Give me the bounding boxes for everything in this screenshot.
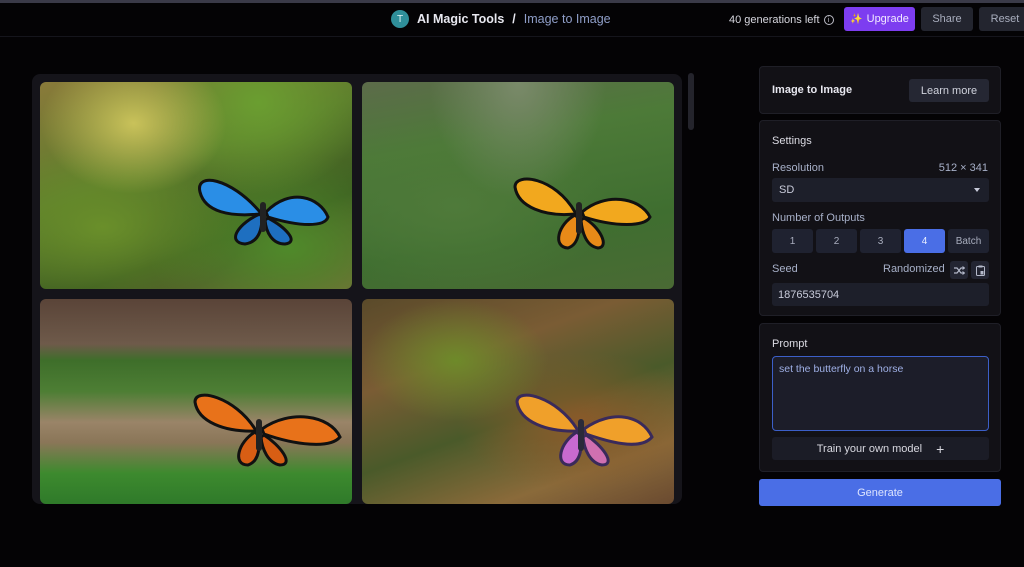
upgrade-label: Upgrade bbox=[866, 13, 909, 25]
prompt-input[interactable]: set the butterfly on a horse bbox=[772, 356, 989, 431]
copy-seed-button[interactable] bbox=[971, 261, 989, 279]
plus-icon: + bbox=[936, 440, 945, 457]
seed-mode: Randomized bbox=[883, 263, 945, 275]
clipboard-icon bbox=[975, 265, 985, 276]
resolution-value: 512 × 341 bbox=[938, 162, 988, 174]
outputs-option-4[interactable]: 4 bbox=[904, 229, 945, 253]
train-model-label: Train your own model bbox=[816, 442, 923, 455]
outputs-option-2[interactable]: 2 bbox=[816, 229, 857, 253]
user-avatar[interactable]: T bbox=[391, 10, 409, 28]
tool-info-panel: Image to Image Learn more bbox=[759, 66, 1001, 114]
breadcrumb-current: Image to Image bbox=[523, 12, 611, 26]
chevron-down-icon bbox=[974, 188, 980, 192]
share-button[interactable]: Share bbox=[921, 7, 973, 31]
brand-name[interactable]: AI Magic Tools bbox=[417, 12, 504, 26]
generations-counter: 40 generations left i bbox=[729, 14, 834, 26]
shuffle-seed-button[interactable] bbox=[950, 261, 968, 279]
outputs-option-3[interactable]: 3 bbox=[860, 229, 901, 253]
output-image-2[interactable] bbox=[362, 82, 674, 289]
train-model-button[interactable]: Train your own model + bbox=[772, 437, 989, 460]
outputs-option-1[interactable]: 1 bbox=[772, 229, 813, 253]
output-image-4[interactable] bbox=[362, 299, 674, 504]
output-image-3[interactable] bbox=[40, 299, 352, 504]
reset-button[interactable]: Reset bbox=[979, 7, 1024, 31]
prompt-title: Prompt bbox=[772, 338, 808, 350]
gallery-scrollbar[interactable] bbox=[688, 73, 694, 130]
brand: T AI Magic Tools / Image to Image bbox=[391, 10, 611, 28]
butterfly-monarch-graphic bbox=[193, 393, 342, 467]
resolution-label: Resolution bbox=[772, 162, 824, 174]
butterfly-monarch-graphic bbox=[513, 177, 652, 250]
info-icon[interactable]: i bbox=[823, 15, 834, 25]
generations-left-text: 40 generations left bbox=[729, 14, 820, 26]
settings-title: Settings bbox=[772, 135, 812, 147]
shuffle-icon bbox=[953, 265, 965, 275]
upgrade-button[interactable]: ✨ Upgrade bbox=[844, 7, 915, 31]
resolution-selected: SD bbox=[779, 184, 795, 196]
output-gallery bbox=[32, 74, 682, 504]
top-header: T AI Magic Tools / Image to Image 40 gen… bbox=[0, 3, 1024, 37]
butterfly-blue-graphic bbox=[198, 178, 330, 246]
seed-label: Seed bbox=[772, 263, 798, 275]
outputs-option-batch[interactable]: Batch bbox=[948, 229, 989, 253]
learn-more-button[interactable]: Learn more bbox=[909, 79, 989, 102]
sparkle-icon: ✨ bbox=[850, 13, 863, 25]
settings-panel: Settings Resolution 512 × 341 SD Number … bbox=[759, 120, 1001, 316]
generate-button[interactable]: Generate bbox=[759, 479, 1001, 506]
seed-input[interactable]: 1876535704 bbox=[772, 283, 989, 306]
prompt-panel: Prompt set the butterfly on a horse Trai… bbox=[759, 323, 1001, 472]
output-image-1[interactable] bbox=[40, 82, 352, 289]
tool-title: Image to Image bbox=[772, 84, 853, 96]
resolution-select[interactable]: SD bbox=[772, 178, 989, 202]
butterfly-colorful-graphic bbox=[515, 393, 654, 467]
outputs-label: Number of Outputs bbox=[772, 212, 865, 224]
breadcrumb-separator: / bbox=[512, 12, 516, 26]
